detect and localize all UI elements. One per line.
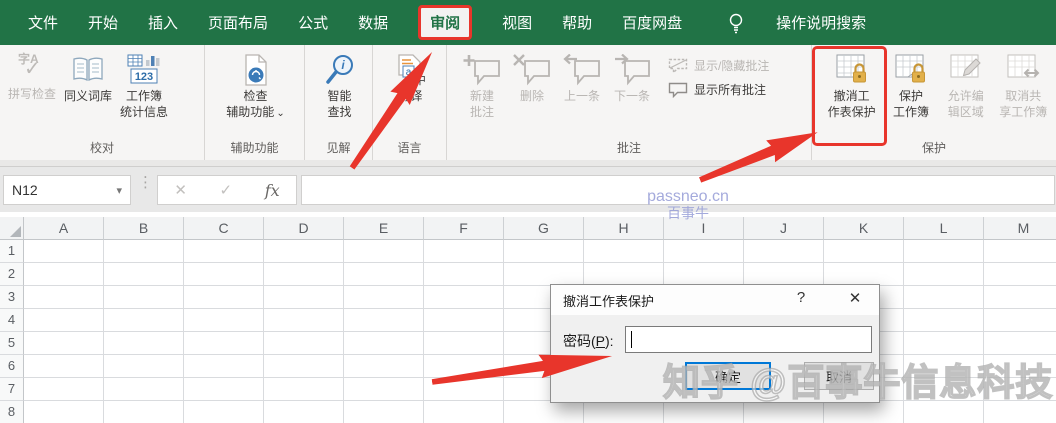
tab-help[interactable]: 帮助 xyxy=(562,12,592,33)
tab-insert[interactable]: 插入 xyxy=(148,12,178,33)
watermark-zhihu: 知乎 @百事牛信息科技 xyxy=(662,361,1054,404)
column-header[interactable]: F xyxy=(424,217,504,240)
row-headers: 12345678 xyxy=(0,240,24,423)
check-accessibility-button[interactable]: 检查 辅助功能 ⌄ xyxy=(224,51,286,122)
new-comment-icon xyxy=(463,52,501,88)
ribbon-group-accessibility: 检查 辅助功能 ⌄ 辅助功能 xyxy=(205,45,305,160)
smart-lookup-button[interactable]: i 智能 查找 xyxy=(321,51,359,121)
check-accessibility-icon xyxy=(241,52,271,88)
previous-comment-button: 上一条 xyxy=(561,51,603,105)
column-header[interactable]: E xyxy=(344,217,424,240)
thesaurus-book-icon xyxy=(70,52,106,88)
spell-check-icon: 字A ✓ xyxy=(18,52,41,80)
spell-check-button: 字A ✓ 拼写检查 xyxy=(8,52,57,101)
unshare-workbook-icon xyxy=(1005,52,1041,88)
column-headers: ABCDEFGHIJKLM xyxy=(24,217,1056,240)
dialog-help-button[interactable]: ? xyxy=(787,289,815,306)
delete-comment-button: 删除 xyxy=(511,51,553,105)
name-box-dropdown-icon[interactable]: ▾ xyxy=(116,184,122,197)
tell-me-search[interactable]: 操作说明搜索 xyxy=(776,12,866,33)
insert-function-icon[interactable]: fx xyxy=(265,181,280,200)
name-box[interactable]: N12 ▾ xyxy=(3,175,131,205)
workbook-statistics-button[interactable]: 123 工作簿 统计信息 xyxy=(118,51,170,121)
tab-file[interactable]: 文件 xyxy=(28,12,58,33)
formula-bar-row: N12 ▾ ⋮ ✕ ✓ fx xyxy=(0,167,1056,212)
tab-page-layout[interactable]: 页面布局 xyxy=(208,12,268,33)
column-header[interactable]: K xyxy=(824,217,904,240)
group-label-accessibility: 辅助功能 xyxy=(230,141,279,155)
allow-edit-ranges-icon xyxy=(948,52,984,88)
ribbon-group-insights: i 智能 查找 见解 xyxy=(305,45,373,160)
new-comment-button: 新建 批注 xyxy=(461,51,503,121)
password-input[interactable] xyxy=(625,326,872,353)
protect-workbook-button[interactable]: 保护 工作簿 xyxy=(885,51,937,121)
watermark-passneo: passneo.cn 百事牛 xyxy=(647,188,729,221)
tab-formulas[interactable]: 公式 xyxy=(298,12,328,33)
row-header[interactable]: 8 xyxy=(0,401,24,423)
ribbon-bottom-edge xyxy=(0,160,1056,167)
smart-lookup-icon: i xyxy=(323,52,357,88)
row-header[interactable]: 2 xyxy=(0,263,24,286)
column-header[interactable]: C xyxy=(184,217,264,240)
tab-home[interactable]: 开始 xyxy=(88,12,118,33)
protect-workbook-icon xyxy=(893,52,929,88)
dialog-titlebar[interactable]: 撤消工作表保护 ? ✕ xyxy=(551,285,879,315)
ribbon: 字A ✓ 拼写检查 同义词库 123 工作簿 统计信息 校对 检查 辅助功能 ⌄… xyxy=(0,45,1056,160)
annotation-box-unprotect xyxy=(812,46,887,146)
password-label: 密码(P): xyxy=(563,333,614,349)
svg-text:123: 123 xyxy=(135,71,153,83)
show-hide-comment-icon xyxy=(668,58,688,74)
tab-review[interactable]: 审阅 xyxy=(418,5,473,40)
select-all-corner[interactable] xyxy=(0,217,24,240)
row-header[interactable]: 6 xyxy=(0,355,24,378)
show-all-comments-icon xyxy=(668,82,688,98)
enter-formula-icon[interactable]: ✓ xyxy=(220,181,233,199)
column-header[interactable]: A xyxy=(24,217,104,240)
row-header[interactable]: 5 xyxy=(0,332,24,355)
group-label-language: 语言 xyxy=(397,141,422,155)
show-all-comments-button[interactable]: 显示所有批注 xyxy=(667,81,769,98)
tab-data[interactable]: 数据 xyxy=(358,12,388,33)
next-comment-button: 下一条 xyxy=(611,51,653,105)
column-header[interactable]: L xyxy=(904,217,984,240)
ribbon-group-proofing: 字A ✓ 拼写检查 同义词库 123 工作簿 统计信息 校对 xyxy=(0,45,205,160)
tab-baidu-netdisk[interactable]: 百度网盘 xyxy=(622,12,682,33)
previous-comment-icon xyxy=(563,52,601,88)
row-header[interactable]: 4 xyxy=(0,309,24,332)
workbook-statistics-icon: 123 xyxy=(126,52,162,88)
select-all-triangle-icon xyxy=(10,226,21,237)
column-header[interactable]: D xyxy=(264,217,344,240)
excel-window: 文件 开始 插入 页面布局 公式 数据 审阅 视图 帮助 百度网盘 操作说明搜索… xyxy=(0,0,1056,423)
lightbulb-icon xyxy=(726,12,746,34)
thesaurus-button[interactable]: 同义词库 xyxy=(62,51,114,105)
row-header[interactable]: 3 xyxy=(0,286,24,309)
next-comment-icon xyxy=(613,52,651,88)
delete-comment-icon xyxy=(513,52,551,88)
tab-view[interactable]: 视图 xyxy=(502,12,532,33)
row-header[interactable]: 1 xyxy=(0,240,24,263)
ribbon-tab-bar: 文件 开始 插入 页面布局 公式 数据 审阅 视图 帮助 百度网盘 操作说明搜索 xyxy=(0,0,1056,45)
formula-bar-handle-icon[interactable]: ⋮ xyxy=(138,175,153,190)
dropdown-caret-icon: ⌄ xyxy=(276,108,285,119)
column-header[interactable]: M xyxy=(984,217,1056,240)
group-label-proofing: 校对 xyxy=(89,141,114,155)
cancel-formula-icon[interactable]: ✕ xyxy=(174,181,187,199)
column-header[interactable]: B xyxy=(104,217,184,240)
text-cursor xyxy=(631,331,632,348)
dialog-title: 撤消工作表保护 xyxy=(563,293,655,309)
row-header[interactable]: 7 xyxy=(0,378,24,401)
unshare-workbook-button: 取消共 享工作簿 xyxy=(995,51,1052,121)
dialog-close-button[interactable]: ✕ xyxy=(839,289,871,307)
column-header[interactable]: G xyxy=(504,217,584,240)
ribbon-group-comments: 新建 批注 删除 上一条 下一条 显示/隐藏批注 显示所有批注 批注 xyxy=(447,45,812,160)
allow-edit-ranges-button: 允许编 辑区域 xyxy=(939,51,993,121)
formula-buttons: ✕ ✓ fx xyxy=(157,175,297,205)
show-hide-comments-button: 显示/隐藏批注 xyxy=(667,57,769,74)
